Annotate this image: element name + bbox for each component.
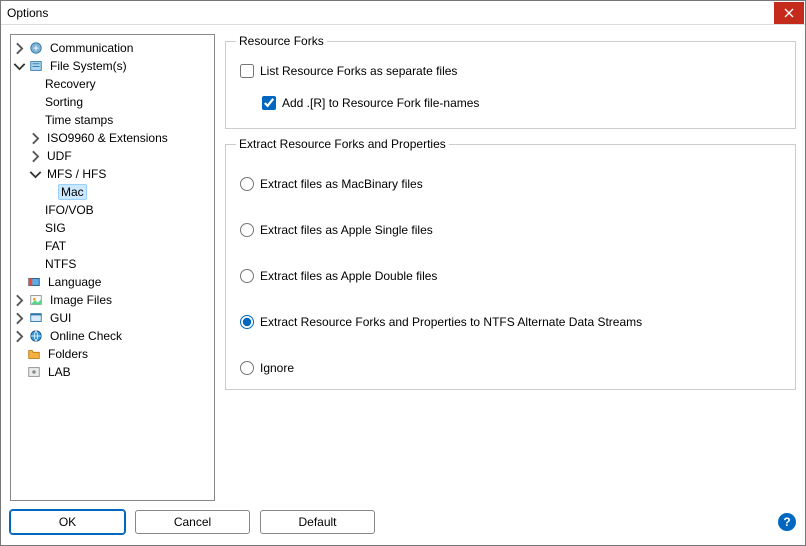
tree-item-iso[interactable]: ISO9960 & Extensions — [13, 129, 212, 147]
communication-icon — [28, 40, 44, 56]
tree-item-gui[interactable]: GUI — [13, 309, 212, 327]
radio-appledouble[interactable] — [240, 269, 254, 283]
add-r-label: Add .[R] to Resource Fork file-names — [282, 96, 479, 110]
chevron-right-icon[interactable] — [13, 312, 26, 325]
tree-item-onlinecheck[interactable]: Online Check — [13, 327, 212, 345]
radio-macbinary[interactable] — [240, 177, 254, 191]
tree-item-imagefiles[interactable]: Image Files — [13, 291, 212, 309]
extract-group: Extract Resource Forks and Properties Ex… — [225, 137, 796, 390]
tree-item-language[interactable]: Language — [13, 273, 212, 291]
tree-item-mac[interactable]: Mac — [13, 183, 212, 201]
footer: OK Cancel Default ? — [1, 505, 805, 545]
settings-panel: Resource Forks List Resource Forks as se… — [225, 34, 796, 501]
radio-applesingle-row[interactable]: Extract files as Apple Single files — [240, 221, 785, 239]
default-button[interactable]: Default — [260, 510, 375, 534]
tree-item-sig[interactable]: SIG — [13, 219, 212, 237]
language-icon — [26, 274, 42, 290]
image-icon — [28, 292, 44, 308]
extract-legend: Extract Resource Forks and Properties — [236, 137, 449, 151]
chevron-right-icon[interactable] — [13, 42, 26, 55]
resource-forks-legend: Resource Forks — [236, 34, 327, 48]
radio-macbinary-row[interactable]: Extract files as MacBinary files — [240, 175, 785, 193]
folder-icon — [26, 346, 42, 362]
filesystem-icon — [28, 58, 44, 74]
tree-item-sorting[interactable]: Sorting — [13, 93, 212, 111]
tree-item-ifovob[interactable]: IFO/VOB — [13, 201, 212, 219]
ok-button[interactable]: OK — [10, 510, 125, 534]
tree-item-udf[interactable]: UDF — [13, 147, 212, 165]
chevron-right-icon[interactable] — [29, 132, 42, 145]
list-separate-checkbox-row[interactable]: List Resource Forks as separate files — [240, 62, 785, 80]
chevron-right-icon[interactable] — [29, 150, 42, 163]
radio-applesingle[interactable] — [240, 223, 254, 237]
tree-item-communication[interactable]: Communication — [13, 39, 212, 57]
chevron-right-icon[interactable] — [13, 294, 26, 307]
tree-item-timestamps[interactable]: Time stamps — [13, 111, 212, 129]
tree-item-mfs[interactable]: MFS / HFS — [13, 165, 212, 183]
tree-panel: Communication File System(s) Rec — [10, 34, 215, 501]
chevron-right-icon[interactable] — [13, 330, 26, 343]
radio-ntfs-ads[interactable] — [240, 315, 254, 329]
tree-item-lab[interactable]: LAB — [13, 363, 212, 381]
radio-ntfs-ads-row[interactable]: Extract Resource Forks and Properties to… — [240, 313, 785, 331]
tree-item-recovery[interactable]: Recovery — [13, 75, 212, 93]
add-r-checkbox[interactable] — [262, 96, 276, 110]
tree-item-fat[interactable]: FAT — [13, 237, 212, 255]
radio-ignore[interactable] — [240, 361, 254, 375]
help-icon[interactable]: ? — [778, 513, 796, 531]
gui-icon — [28, 310, 44, 326]
cancel-button[interactable]: Cancel — [135, 510, 250, 534]
add-r-checkbox-row[interactable]: Add .[R] to Resource Fork file-names — [262, 94, 785, 112]
tree-item-folders[interactable]: Folders — [13, 345, 212, 363]
list-separate-checkbox[interactable] — [240, 64, 254, 78]
resource-forks-group: Resource Forks List Resource Forks as se… — [225, 34, 796, 129]
window-title: Options — [7, 6, 774, 20]
radio-ignore-row[interactable]: Ignore — [240, 359, 785, 377]
chevron-down-icon[interactable] — [13, 60, 26, 73]
list-separate-label: List Resource Forks as separate files — [260, 64, 457, 78]
close-button[interactable] — [774, 2, 804, 24]
close-icon — [784, 8, 794, 18]
globe-icon — [28, 328, 44, 344]
radio-appledouble-row[interactable]: Extract files as Apple Double files — [240, 267, 785, 285]
tree-item-filesystems[interactable]: File System(s) — [13, 57, 212, 75]
chevron-down-icon[interactable] — [29, 168, 42, 181]
tree-item-ntfs[interactable]: NTFS — [13, 255, 212, 273]
titlebar: Options — [1, 1, 805, 25]
lab-icon — [26, 364, 42, 380]
